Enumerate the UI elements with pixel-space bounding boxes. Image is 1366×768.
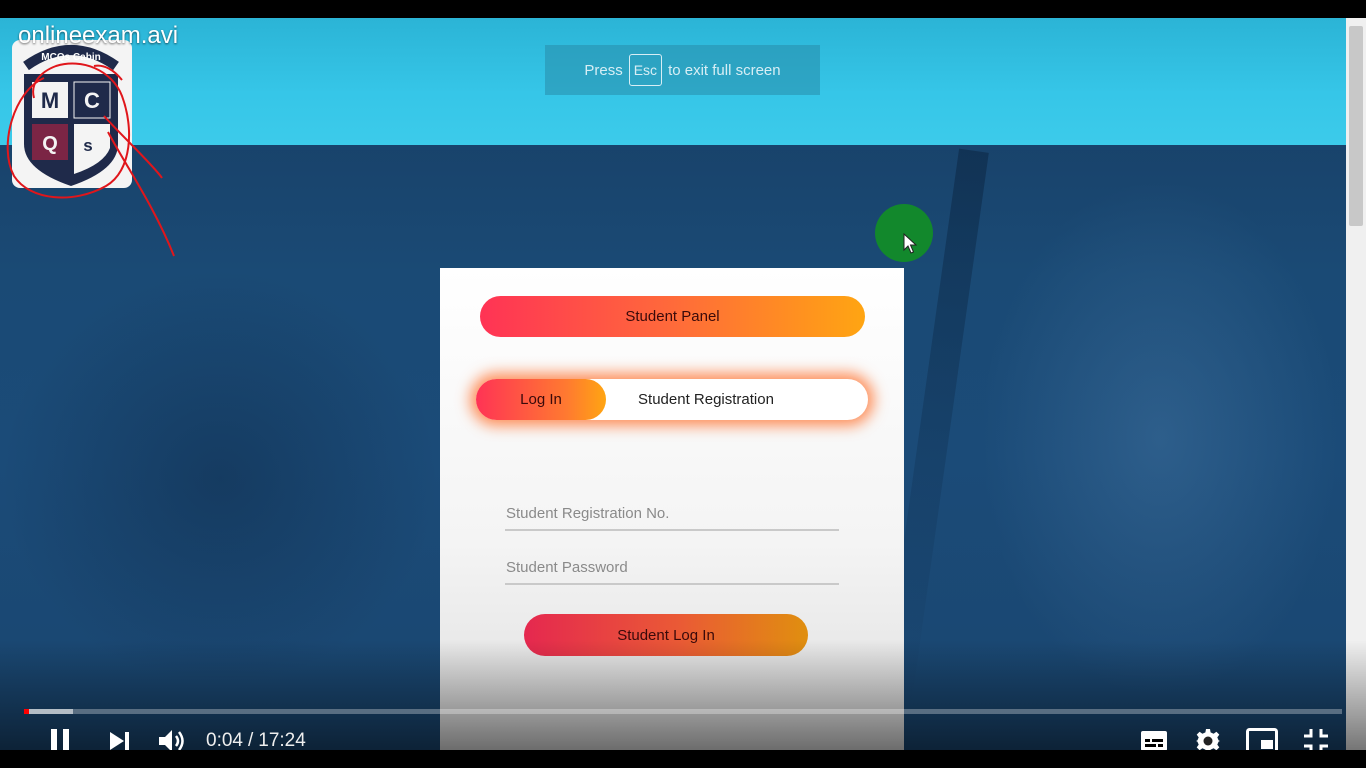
cursor-icon	[903, 233, 917, 254]
fullscreen-notice-prefix: Press	[584, 61, 623, 79]
channel-logo: MCQs Cabin M C Q s	[6, 40, 175, 257]
student-panel-header: Student Panel	[480, 296, 865, 337]
password-input[interactable]	[505, 551, 839, 585]
esc-key-hint: Esc	[628, 54, 663, 86]
progress-bar[interactable]	[24, 709, 1342, 714]
bottom-letterbox	[0, 750, 1366, 768]
subtitles-icon	[1141, 731, 1167, 751]
logo-letter-c: C	[84, 88, 100, 113]
registration-number-input[interactable]	[505, 497, 839, 531]
tab-student-registration[interactable]: Student Registration	[606, 379, 806, 420]
video-title: onlineexam.avi	[18, 22, 179, 49]
logo-letter-q: Q	[42, 133, 58, 155]
current-time: 0:04	[206, 730, 243, 751]
logo-letter-m: M	[41, 88, 59, 113]
time-separator: /	[247, 730, 254, 751]
background-highlight	[980, 178, 1340, 698]
next-icon	[110, 732, 129, 750]
fullscreen-notice-suffix: to exit full screen	[668, 61, 781, 79]
logo-arc-label: MCQs Cabin	[41, 52, 100, 63]
page-scrollbar-thumb[interactable]	[1349, 26, 1363, 226]
duration: 17:24	[258, 730, 306, 751]
progress-buffered	[24, 709, 73, 714]
tab-login[interactable]: Log In	[476, 379, 606, 420]
auth-tab-switch: Log In Student Registration	[476, 379, 868, 420]
progress-played	[24, 709, 29, 714]
fullscreen-notice: Press Esc to exit full screen	[545, 45, 820, 95]
background-shade	[0, 268, 440, 688]
logo-letter-s: s	[83, 136, 92, 155]
